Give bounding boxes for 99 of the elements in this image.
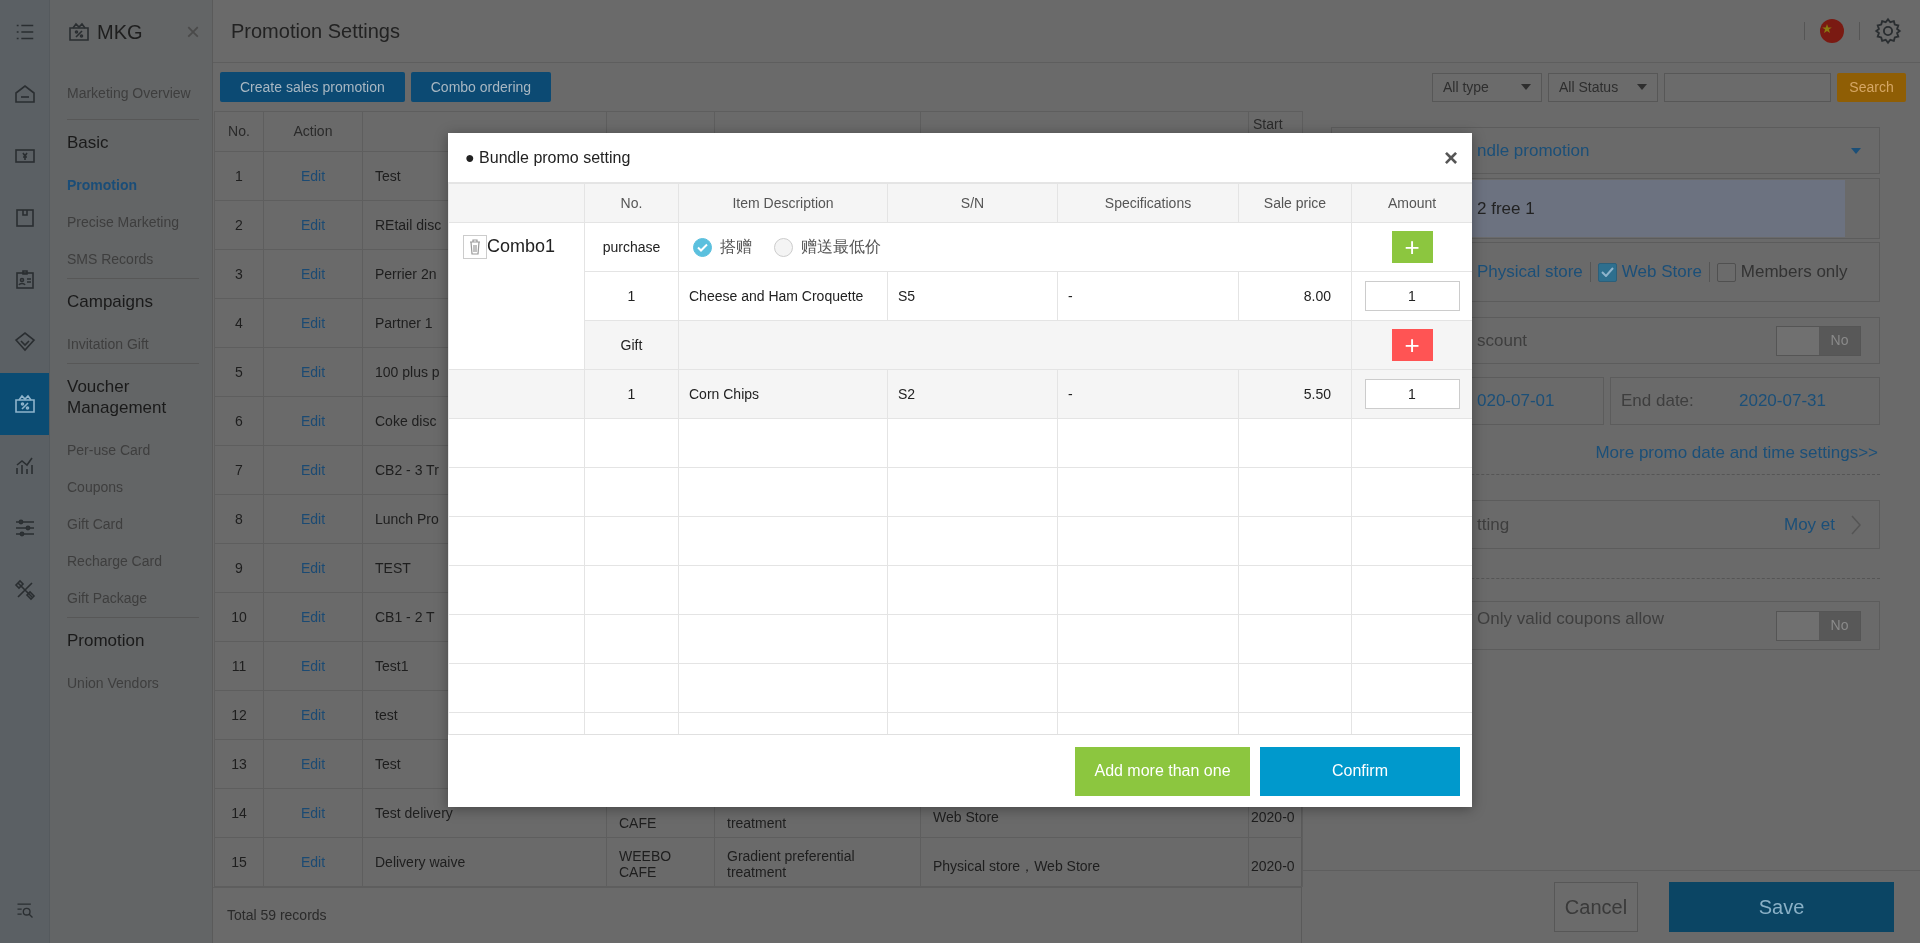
check-icon xyxy=(697,242,708,252)
close-button[interactable]: × xyxy=(1444,145,1458,170)
add-button[interactable]: + xyxy=(1391,329,1433,361)
search-button[interactable]: Search xyxy=(1837,72,1906,102)
caret-icon xyxy=(1851,147,1861,154)
checkbox[interactable] xyxy=(1597,262,1617,282)
edit-link[interactable]: Edit xyxy=(300,658,326,674)
table-cell: 11 xyxy=(214,641,264,691)
filter-select[interactable]: All Status xyxy=(1548,72,1658,102)
column-header: No. xyxy=(584,183,679,223)
radio-label: 赠送最低价 xyxy=(801,238,881,255)
table-cell: 1 xyxy=(584,271,679,321)
table-cell: 6 xyxy=(214,396,264,446)
table-cell: 10 xyxy=(214,592,264,642)
edit-link[interactable]: Edit xyxy=(300,315,326,331)
table-cell: 1 xyxy=(214,151,264,201)
home-icon xyxy=(12,82,37,106)
app-title: MKG xyxy=(97,19,143,45)
table-cell: 15 xyxy=(214,837,264,887)
table-cell: 5.50 xyxy=(1238,369,1352,419)
edit-link[interactable]: Edit xyxy=(300,854,326,870)
table-cell: Cheese and Ham Croquette xyxy=(678,271,888,321)
page-title: Promotion Settings xyxy=(231,19,400,44)
outlet-label: Physical store xyxy=(1477,261,1583,284)
edit-link[interactable]: Edit xyxy=(300,168,326,184)
toolbar-button[interactable]: Combo ordering xyxy=(410,72,552,102)
sidebar-heading: Voucher Management xyxy=(67,376,168,419)
table-cell: 2 xyxy=(214,200,264,250)
table-cell: 4 xyxy=(214,298,264,348)
sidebar-heading: Campaigns xyxy=(67,291,154,313)
sidebar-item[interactable]: Promotion xyxy=(67,167,212,204)
column-header: Specifications xyxy=(1057,183,1239,223)
table-cell: 3 xyxy=(214,249,264,299)
edit-link[interactable]: Edit xyxy=(300,707,326,723)
save-button[interactable]: Save xyxy=(1669,882,1894,932)
table-cell: 8 xyxy=(214,494,264,544)
edit-link[interactable]: Edit xyxy=(300,609,326,625)
table-cell: 5 xyxy=(214,347,264,397)
column-header: Item Description xyxy=(678,183,888,223)
column-header: Sale price xyxy=(1238,183,1352,223)
amount-field[interactable]: 1 xyxy=(1364,379,1460,409)
table-cell: Corn Chips xyxy=(678,369,888,419)
confirm-button[interactable]: Confirm xyxy=(1260,746,1460,796)
settings-icon xyxy=(1874,17,1902,45)
radio-button[interactable] xyxy=(774,237,793,257)
radio-button[interactable] xyxy=(693,237,712,257)
table-cell: Gradient preferential treatment xyxy=(714,837,921,887)
table-cell: purchase xyxy=(584,222,679,272)
sidebar-heading: Promotion xyxy=(67,630,146,652)
edit-link[interactable]: Edit xyxy=(300,364,326,380)
caret-icon xyxy=(1637,84,1647,90)
amount-field[interactable]: 1 xyxy=(1364,281,1460,311)
table-cell: 12 xyxy=(214,690,264,740)
column-header: S/N xyxy=(887,183,1058,223)
add-more-button[interactable]: Add more than one xyxy=(1075,746,1250,796)
table-cell: 14 xyxy=(214,788,264,838)
table-cell: Gift xyxy=(584,320,679,370)
table-cell: S5 xyxy=(887,271,1058,321)
edit-link[interactable]: Edit xyxy=(300,217,326,233)
edit-link[interactable]: Edit xyxy=(300,266,326,282)
edit-link[interactable]: Edit xyxy=(300,560,326,576)
table-cell: S2 xyxy=(887,369,1058,419)
checkbox[interactable] xyxy=(1716,262,1736,282)
table-cell: 1 xyxy=(584,369,679,419)
edit-link[interactable]: Edit xyxy=(300,756,326,772)
edit-link[interactable]: Edit xyxy=(300,805,326,821)
radio-label: 搭赠 xyxy=(720,238,752,255)
caret-icon xyxy=(1521,84,1531,90)
table-cell: Delivery waive xyxy=(362,837,607,887)
add-button[interactable]: + xyxy=(1391,231,1433,263)
edit-link[interactable]: Edit xyxy=(300,462,326,478)
edit-link[interactable]: Edit xyxy=(300,511,326,527)
table-cell: 13 xyxy=(214,739,264,789)
record-count: Total 59 records xyxy=(213,887,1301,943)
start-date: 020-07-01 xyxy=(1477,390,1555,413)
toolbar-button[interactable]: Create sales promotion xyxy=(220,72,405,102)
checkbox-label: Web Store xyxy=(1621,261,1702,284)
table-cell: 8.00 xyxy=(1238,271,1352,321)
trash-icon[interactable] xyxy=(463,234,487,259)
filter-select[interactable]: All type xyxy=(1432,72,1542,102)
sidebar-heading: Basic xyxy=(67,132,110,154)
table-cell: WEEBO CAFE xyxy=(606,837,715,887)
table-cell: 7 xyxy=(214,445,264,495)
checkbox-label: Members only xyxy=(1740,261,1848,284)
table-cell: 2020-0 xyxy=(1248,837,1303,887)
table-cell: - xyxy=(1057,271,1239,321)
table-cell: 9 xyxy=(214,543,264,593)
column-header: Action xyxy=(263,111,363,152)
tools-icon xyxy=(12,578,37,602)
table-cell: Physical store，Web Store xyxy=(920,837,1249,887)
column-header: No. xyxy=(214,111,264,152)
flag-icon[interactable] xyxy=(1819,18,1845,44)
end-date: 2020-07-31 xyxy=(1739,390,1826,413)
table-cell: - xyxy=(1057,369,1239,419)
check-icon xyxy=(1600,267,1614,277)
edit-link[interactable]: Edit xyxy=(300,413,326,429)
close-button[interactable]: × xyxy=(186,19,200,44)
ticket-icon xyxy=(12,392,37,416)
diamond-icon xyxy=(12,330,37,354)
